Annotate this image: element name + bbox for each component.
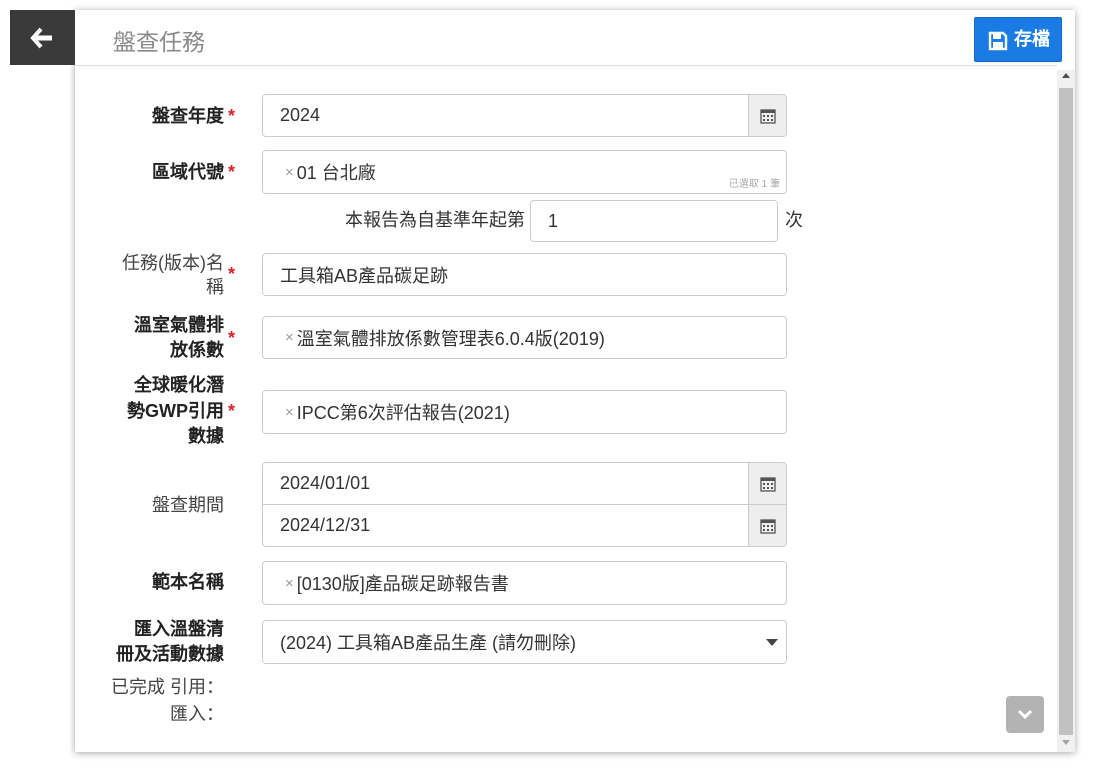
inventory-year-field[interactable] xyxy=(262,94,787,137)
period-end-picker-button[interactable] xyxy=(748,505,786,546)
scroll-down-button[interactable] xyxy=(1006,696,1044,733)
label-line: 任務(版本)名 xyxy=(122,253,224,273)
selected-tag-label: IPCC第6次評估報告(2021) xyxy=(296,403,510,423)
label-line: 匯入溫盤清 xyxy=(134,619,224,639)
selected-option: (2024) 工具箱AB產品生產 (請勿刪除) xyxy=(280,633,577,653)
task-name-input[interactable] xyxy=(263,254,786,295)
back-button[interactable] xyxy=(10,10,75,65)
emission-factor-multiselect[interactable]: 溫室氣體排放係數管理表6.0.4版(2019) xyxy=(262,316,787,359)
emission-factor-label: 溫室氣體排 放係數 xyxy=(75,313,224,363)
required-mark: * xyxy=(228,106,236,126)
import-inventory-label: 匯入溫盤清 冊及活動數據 xyxy=(75,617,224,667)
remove-tag-icon[interactable] xyxy=(285,405,294,420)
selected-tag: IPCC第6次評估報告(2021) xyxy=(285,391,510,433)
inventory-year-label: 盤查年度 xyxy=(152,106,224,126)
label-line: 全球暖化潛 xyxy=(134,375,224,395)
remove-tag-icon[interactable] xyxy=(285,165,294,180)
task-name-field[interactable] xyxy=(262,253,787,296)
scroll-up-arrow-icon[interactable] xyxy=(1062,73,1070,78)
selected-tag: [0130版]產品碳足跡報告書 xyxy=(285,562,509,604)
label-line: 稱 xyxy=(206,277,224,297)
calendar-icon xyxy=(760,476,776,492)
period-end-field[interactable] xyxy=(262,504,787,547)
floppy-disk-icon xyxy=(988,31,1008,51)
inventory-year-picker-button[interactable] xyxy=(748,95,786,136)
gwp-reference-multiselect[interactable]: IPCC第6次評估報告(2021) xyxy=(262,390,787,434)
report-sequence-prefix: 本報告為自基準年起第 xyxy=(345,210,525,230)
report-sequence-input[interactable] xyxy=(531,201,777,241)
task-name-label: 任務(版本)名 稱 xyxy=(75,251,224,299)
completion-import-label: 匯入： xyxy=(170,704,224,724)
label-line: 放係數 xyxy=(170,340,224,360)
selected-tag: 溫室氣體排放係數管理表6.0.4版(2019) xyxy=(285,317,605,358)
period-start-field[interactable] xyxy=(262,462,787,505)
selected-tag-label: 溫室氣體排放係數管理表6.0.4版(2019) xyxy=(296,328,605,349)
required-mark: * xyxy=(228,162,236,182)
vertical-scrollbar[interactable] xyxy=(1057,70,1075,752)
remove-tag-icon[interactable] xyxy=(285,330,294,345)
gwp-reference-label: 全球暖化潛 勢GWP引用 數據 xyxy=(75,373,224,450)
selected-tag: 01 台北廠 xyxy=(285,151,376,193)
required-mark: * xyxy=(228,401,236,421)
label-line: 數據 xyxy=(188,426,224,446)
chevron-down-icon xyxy=(1017,709,1033,720)
import-inventory-select[interactable]: (2024) 工具箱AB產品生產 (請勿刪除) xyxy=(262,620,787,664)
template-name-multiselect[interactable]: [0130版]產品碳足跡報告書 xyxy=(262,561,787,605)
selected-tag-label: 01 台北廠 xyxy=(296,163,376,183)
required-mark: * xyxy=(228,264,236,284)
page-title: 盤查任務 xyxy=(113,29,205,55)
label-line: 溫室氣體排 xyxy=(134,315,224,335)
inventory-year-input[interactable] xyxy=(263,95,748,136)
required-mark: * xyxy=(228,328,236,348)
selected-tag-label: [0130版]產品碳足跡報告書 xyxy=(296,574,509,594)
region-code-multiselect[interactable]: 01 台北廠 已選取 1 筆 xyxy=(262,150,787,194)
scroll-down-arrow-icon[interactable] xyxy=(1062,740,1070,745)
save-button[interactable]: 存檔 xyxy=(974,17,1062,62)
report-sequence-field[interactable] xyxy=(530,200,778,242)
period-start-input[interactable] xyxy=(263,463,748,504)
region-code-label: 區域代號 xyxy=(152,162,224,182)
report-sequence-suffix: 次 xyxy=(785,210,803,230)
task-panel: 盤查任務 存檔 盤查年度 * 區域代號 * 01 台北廠 已選取 1 筆 xyxy=(75,10,1075,752)
period-start-picker-button[interactable] xyxy=(748,463,786,504)
calendar-icon xyxy=(760,108,776,124)
header-divider xyxy=(75,65,1057,66)
scrollbar-thumb[interactable] xyxy=(1059,88,1073,735)
selected-count: 已選取 1 筆 xyxy=(728,179,780,190)
remove-tag-icon[interactable] xyxy=(285,576,294,591)
inventory-period-label: 盤查期間 xyxy=(152,495,224,515)
label-line: 勢GWP引用 xyxy=(127,400,224,421)
period-end-input[interactable] xyxy=(263,505,748,546)
arrow-left-icon xyxy=(30,27,52,49)
template-name-label: 範本名稱 xyxy=(152,572,224,592)
caret-down-icon xyxy=(766,639,778,646)
calendar-icon xyxy=(760,518,776,534)
label-line: 冊及活動數據 xyxy=(116,644,224,664)
completion-cite-label: 已完成 引用： xyxy=(110,677,224,697)
save-button-label: 存檔 xyxy=(1014,29,1050,49)
